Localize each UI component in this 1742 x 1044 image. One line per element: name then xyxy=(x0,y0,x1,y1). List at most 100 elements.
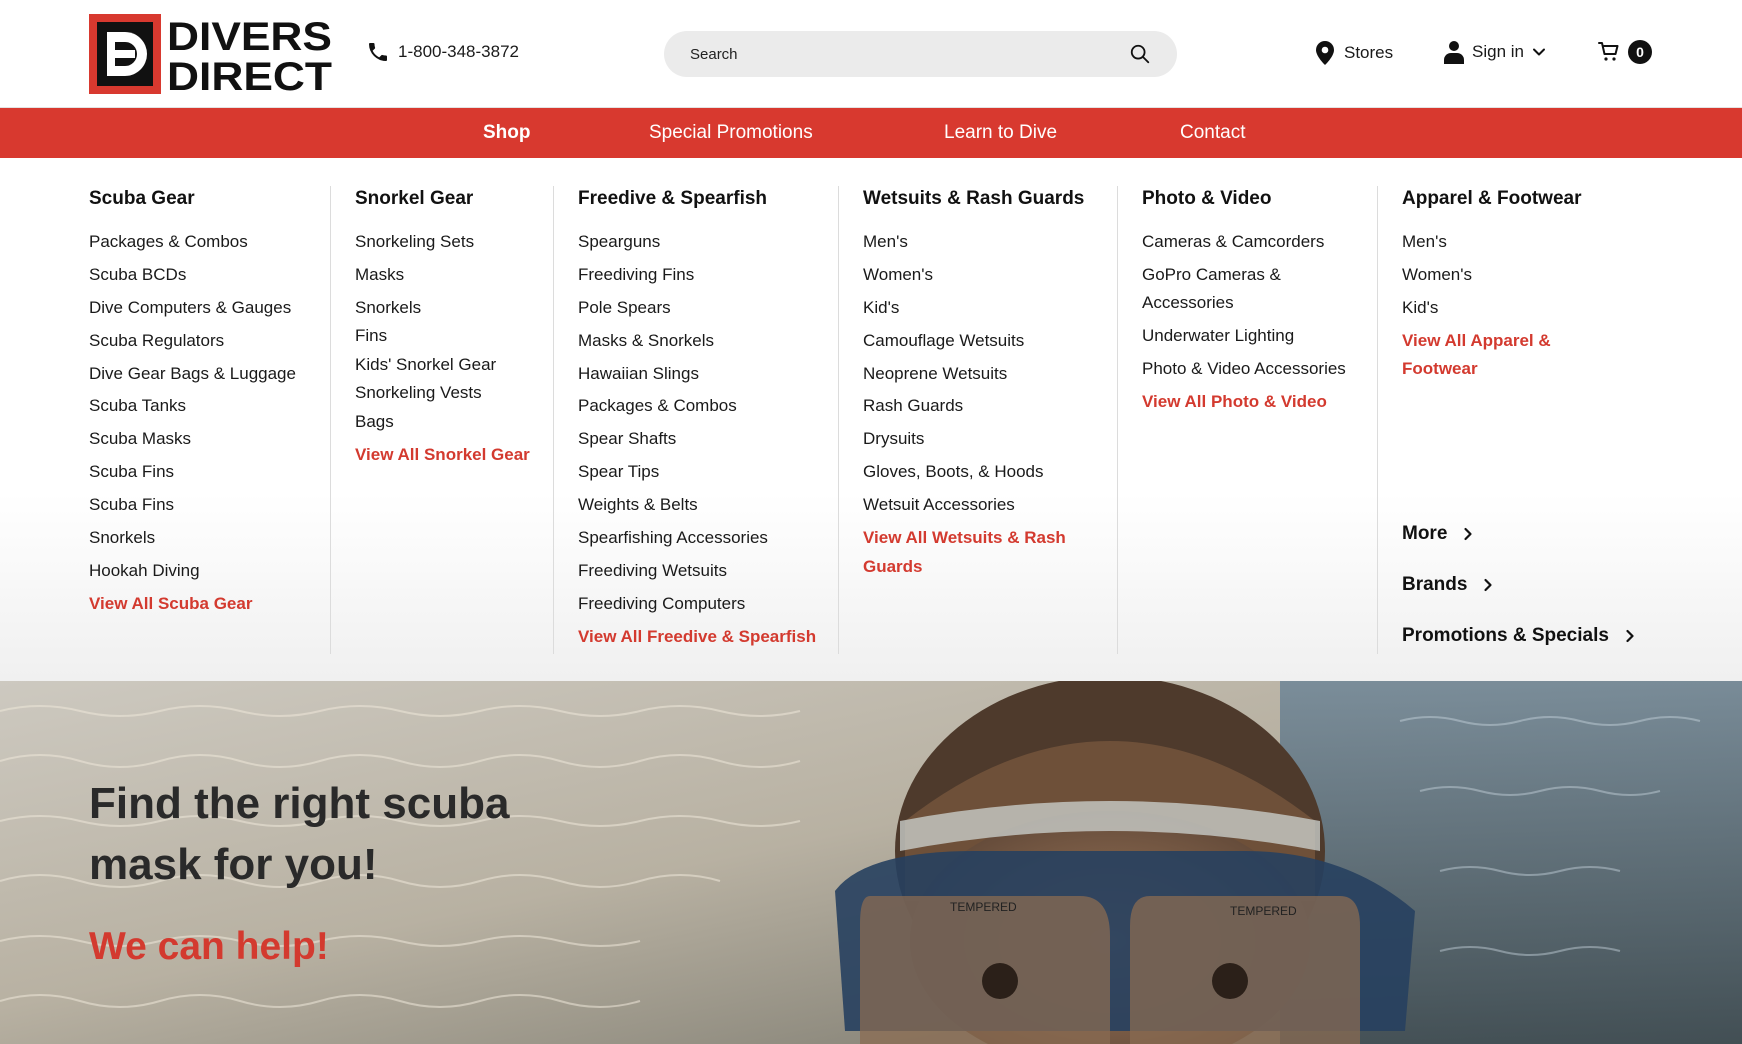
menu-link[interactable]: Spearfishing Accessories xyxy=(578,524,828,553)
cart-button[interactable]: 0 xyxy=(1598,40,1652,64)
menu-link[interactable]: Bags xyxy=(355,408,555,437)
column-heading: Apparel & Footwear xyxy=(1402,188,1582,209)
nav-shop[interactable]: Shop xyxy=(483,108,531,158)
search-bar[interactable] xyxy=(664,31,1177,77)
mask-label-left: TEMPERED xyxy=(950,900,1017,914)
cart-count-badge: 0 xyxy=(1628,40,1652,64)
view-all-link[interactable]: View All Apparel & Footwear xyxy=(1402,327,1602,384)
menu-link[interactable]: Kid's xyxy=(863,294,1093,323)
view-all-link[interactable]: View All Photo & Video xyxy=(1142,388,1367,417)
menu-link[interactable]: Snorkels xyxy=(355,294,555,323)
hero-banner[interactable]: TEMPERED TEMPERED Find the right scuba m… xyxy=(0,681,1742,1044)
menu-link[interactable]: Scuba Regulators xyxy=(89,327,319,356)
search-input[interactable] xyxy=(690,45,1110,63)
phone-link[interactable]: 1-800-348-3872 xyxy=(366,40,519,64)
column-heading: Scuba Gear xyxy=(89,188,195,209)
menu-link[interactable]: Men's xyxy=(1402,228,1602,257)
menu-column-scuba-gear: Scuba Gear Packages & Combos Scuba BCDs … xyxy=(89,188,319,623)
more-link[interactable]: More xyxy=(1402,523,1475,545)
main-nav: Shop Special Promotions Learn to Dive Co… xyxy=(0,108,1742,158)
menu-link[interactable]: Packages & Combos xyxy=(89,228,319,257)
shop-mega-menu: Scuba Gear Packages & Combos Scuba BCDs … xyxy=(0,158,1742,681)
logo-line1: DIVERS xyxy=(167,15,332,59)
column-divider xyxy=(330,186,331,654)
menu-column-wetsuits: Wetsuits & Rash Guards Men's Women's Kid… xyxy=(863,188,1093,585)
hero-title: Find the right scuba mask for you! xyxy=(89,779,510,889)
menu-link[interactable]: Kid's xyxy=(1402,294,1602,323)
menu-link[interactable]: Freediving Wetsuits xyxy=(578,557,828,586)
stores-link[interactable]: Stores xyxy=(1314,40,1393,66)
chevron-down-icon xyxy=(1532,48,1545,56)
menu-link[interactable]: Cameras & Camcorders xyxy=(1142,228,1367,257)
nav-special-promotions[interactable]: Special Promotions xyxy=(649,108,813,158)
cart-icon xyxy=(1598,42,1619,61)
site-header: DIVERS DIRECT 1-800-348-3872 Stores Sign… xyxy=(0,0,1742,108)
column-heading: Photo & Video xyxy=(1142,188,1272,209)
menu-link[interactable]: Spearguns xyxy=(578,228,828,257)
menu-link[interactable]: Gloves, Boots, & Hoods xyxy=(863,458,1093,487)
hero-subtitle: We can help! xyxy=(89,925,329,968)
menu-link[interactable]: Scuba BCDs xyxy=(89,261,319,290)
menu-link[interactable]: Masks xyxy=(355,261,555,290)
sign-in-label: Sign in xyxy=(1472,42,1524,61)
stores-label: Stores xyxy=(1344,43,1394,62)
menu-link[interactable]: Scuba Fins xyxy=(89,458,319,487)
brands-label: Brands xyxy=(1402,574,1468,595)
menu-link[interactable]: Snorkeling Vests xyxy=(355,379,555,408)
column-heading: Snorkel Gear xyxy=(355,188,474,209)
menu-link[interactable]: Pole Spears xyxy=(578,294,828,323)
chevron-right-icon xyxy=(1484,578,1493,592)
menu-link[interactable]: Drysuits xyxy=(863,425,1093,454)
menu-link[interactable]: Neoprene Wetsuits xyxy=(863,360,1093,389)
user-icon xyxy=(1444,41,1464,64)
menu-link[interactable]: Fins xyxy=(355,322,555,351)
menu-link[interactable]: Masks & Snorkels xyxy=(578,327,828,356)
sign-in-menu[interactable]: Sign in xyxy=(1444,40,1546,64)
menu-link[interactable]: Hawaiian Slings xyxy=(578,360,828,389)
menu-link[interactable]: Hookah Diving xyxy=(89,557,319,586)
view-all-link[interactable]: View All Wetsuits & Rash Guards xyxy=(863,524,1093,581)
menu-link[interactable]: Women's xyxy=(863,261,1093,290)
menu-link[interactable]: Freediving Computers xyxy=(578,590,828,619)
menu-link[interactable]: Freediving Fins xyxy=(578,261,828,290)
menu-link[interactable]: Spear Tips xyxy=(578,458,828,487)
nav-learn-to-dive[interactable]: Learn to Dive xyxy=(944,108,1057,158)
logo-line2: DIRECT xyxy=(167,55,332,94)
menu-link[interactable]: Scuba Tanks xyxy=(89,392,319,421)
menu-link[interactable]: Spear Shafts xyxy=(578,425,828,454)
divers-direct-logo[interactable]: DIVERS DIRECT xyxy=(89,14,338,94)
menu-link[interactable]: Photo & Video Accessories xyxy=(1142,355,1367,384)
menu-link[interactable]: Dive Computers & Gauges xyxy=(89,294,319,323)
column-divider xyxy=(1117,186,1118,654)
menu-link[interactable]: Packages & Combos xyxy=(578,392,828,421)
menu-link[interactable]: Weights & Belts xyxy=(578,491,828,520)
view-all-link[interactable]: View All Snorkel Gear xyxy=(355,441,555,470)
chevron-right-icon xyxy=(1464,527,1473,541)
view-all-link[interactable]: View All Freedive & Spearfish xyxy=(578,623,828,652)
brands-link[interactable]: Brands xyxy=(1402,574,1495,596)
column-heading: Wetsuits & Rash Guards xyxy=(863,188,1085,209)
location-pin-icon xyxy=(1316,41,1334,65)
menu-link[interactable]: Kids' Snorkel Gear xyxy=(355,351,555,380)
chevron-right-icon xyxy=(1626,629,1634,643)
nav-contact[interactable]: Contact xyxy=(1180,108,1245,158)
menu-column-apparel-footwear: Apparel & Footwear Men's Women's Kid's V… xyxy=(1402,188,1602,388)
menu-link[interactable]: Women's xyxy=(1402,261,1602,290)
menu-link[interactable]: Wetsuit Accessories xyxy=(863,491,1093,520)
menu-link[interactable]: Snorkels xyxy=(89,524,319,553)
menu-link[interactable]: Scuba Fins xyxy=(89,491,319,520)
menu-link[interactable]: Snorkeling Sets xyxy=(355,228,555,257)
mask-label-right: TEMPERED xyxy=(1230,904,1297,918)
menu-column-snorkel-gear: Snorkel Gear Snorkeling Sets Masks Snork… xyxy=(355,188,555,474)
menu-link[interactable]: Men's xyxy=(863,228,1093,257)
search-icon[interactable] xyxy=(1129,43,1151,65)
menu-link[interactable]: Underwater Lighting xyxy=(1142,322,1367,351)
menu-link[interactable]: Scuba Masks xyxy=(89,425,319,454)
menu-link[interactable]: Dive Gear Bags & Luggage xyxy=(89,360,319,389)
menu-column-photo-video: Photo & Video Cameras & Camcorders GoPro… xyxy=(1142,188,1367,421)
promotions-specials-link[interactable]: Promotions & Specials xyxy=(1402,625,1637,647)
menu-link[interactable]: GoPro Cameras & Accessories xyxy=(1142,261,1367,318)
view-all-link[interactable]: View All Scuba Gear xyxy=(89,590,319,619)
menu-link[interactable]: Camouflage Wetsuits xyxy=(863,327,1093,356)
menu-link[interactable]: Rash Guards xyxy=(863,392,1093,421)
